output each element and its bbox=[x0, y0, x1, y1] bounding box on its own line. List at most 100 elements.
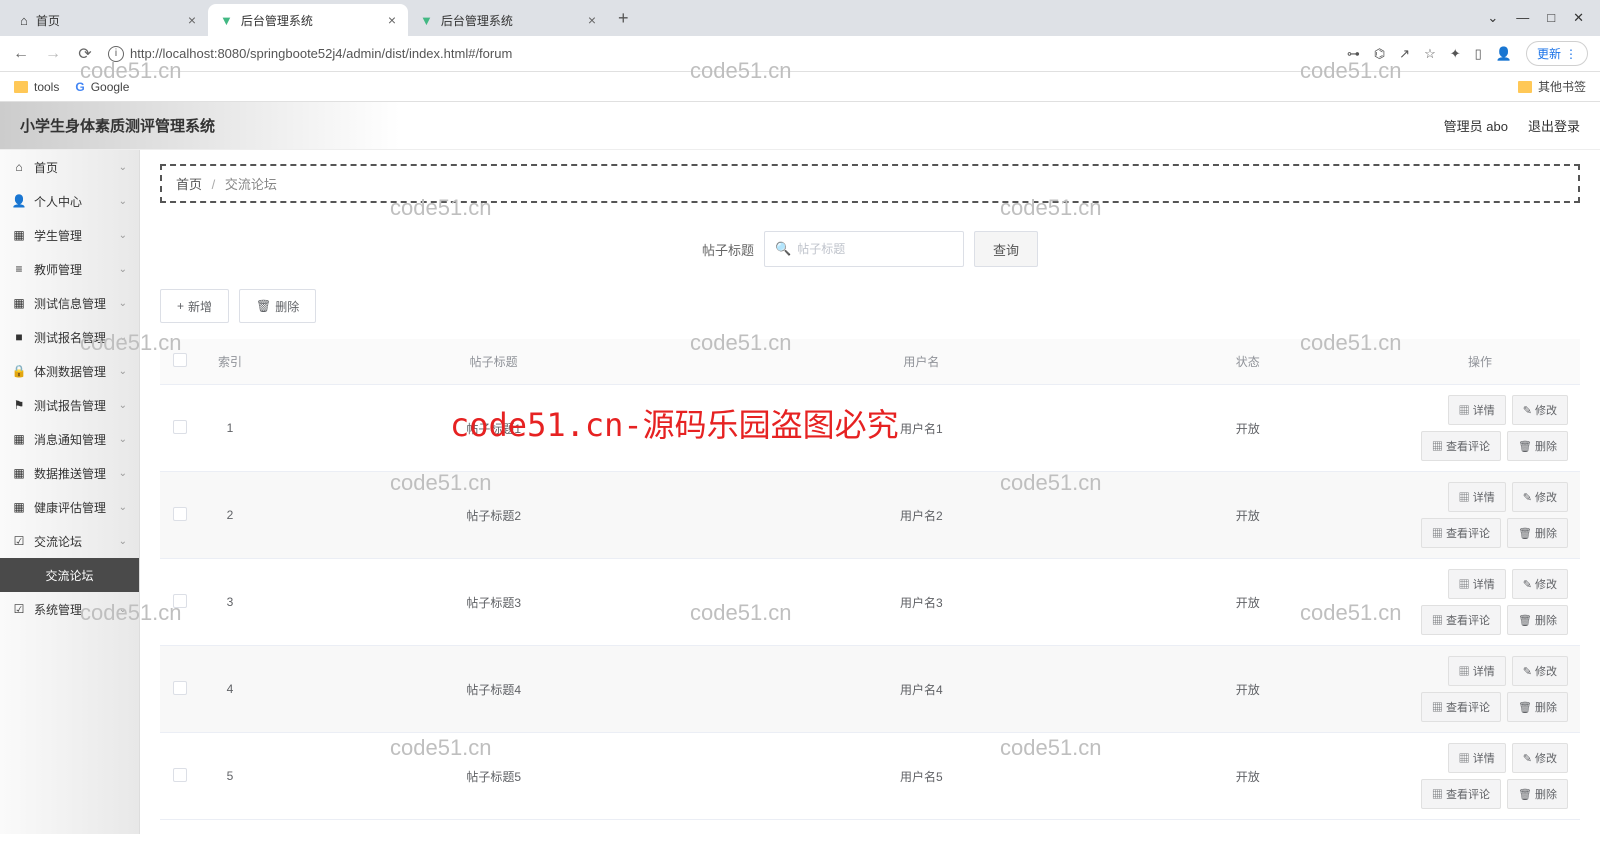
cell-user: 用户名2 bbox=[727, 472, 1115, 559]
chevron-down-icon: ⌄ bbox=[119, 536, 127, 547]
edit-button[interactable]: ✎ 修改 bbox=[1512, 395, 1568, 425]
close-icon[interactable]: × bbox=[588, 12, 596, 28]
cell-title: 帖子标题3 bbox=[260, 559, 727, 646]
menu-icon: ⚑ bbox=[12, 398, 26, 412]
sidebar-item-8[interactable]: ▦消息通知管理⌄ bbox=[0, 422, 139, 456]
detail-button[interactable]: ▦ 详情 bbox=[1448, 395, 1506, 425]
cell-title: 帖子标题4 bbox=[260, 646, 727, 733]
url-box[interactable]: i http://localhost:8080/springboote52j4/… bbox=[108, 46, 1333, 62]
sidebar-item-4[interactable]: ▦测试信息管理⌄ bbox=[0, 286, 139, 320]
bookmark-google[interactable]: GGoogle bbox=[75, 80, 129, 94]
google-icon: G bbox=[75, 80, 84, 94]
search-input[interactable] bbox=[797, 242, 953, 256]
back-button[interactable]: ← bbox=[12, 45, 30, 63]
new-tab-button[interactable]: + bbox=[608, 8, 639, 29]
update-button[interactable]: 更新 ⋮ bbox=[1526, 41, 1588, 66]
bookmark-other[interactable]: 其他书签 bbox=[1518, 78, 1586, 95]
close-icon[interactable]: × bbox=[388, 12, 396, 28]
menu-icon: 🔒 bbox=[12, 364, 26, 378]
add-button[interactable]: +新增 bbox=[160, 289, 229, 323]
row-delete-button[interactable]: 🗑 删除 bbox=[1507, 605, 1568, 635]
sidebar-subitem-forum[interactable]: 交流论坛 bbox=[0, 558, 139, 592]
close-icon[interactable]: × bbox=[188, 12, 196, 28]
action-row: +新增 🗑删除 bbox=[160, 289, 1580, 323]
chevron-down-icon: ⌄ bbox=[119, 162, 127, 173]
cell-status: 开放 bbox=[1115, 559, 1380, 646]
comments-button[interactable]: ▦ 查看评论 bbox=[1421, 779, 1501, 809]
folder-icon bbox=[14, 81, 28, 93]
row-delete-button[interactable]: 🗑 删除 bbox=[1507, 692, 1568, 722]
chevron-down-icon: ⌄ bbox=[119, 400, 127, 411]
share-icon[interactable]: ↗ bbox=[1399, 46, 1410, 62]
panel-icon[interactable]: ▯ bbox=[1475, 46, 1482, 62]
row-checkbox[interactable] bbox=[173, 594, 187, 608]
row-checkbox[interactable] bbox=[173, 768, 187, 782]
row-checkbox[interactable] bbox=[173, 420, 187, 434]
row-delete-button[interactable]: 🗑 删除 bbox=[1507, 518, 1568, 548]
cell-status: 开放 bbox=[1115, 646, 1380, 733]
sidebar-item-3[interactable]: ≡教师管理⌄ bbox=[0, 252, 139, 286]
site-info-icon[interactable]: i bbox=[108, 46, 124, 62]
address-right: ⊶ ⌬ ↗ ☆ ✦ ▯ 👤 更新 ⋮ bbox=[1347, 41, 1588, 66]
row-delete-button[interactable]: 🗑 删除 bbox=[1507, 779, 1568, 809]
sidebar-item-label: 测试报名管理 bbox=[34, 329, 106, 346]
sidebar-item-0[interactable]: ⌂首页⌄ bbox=[0, 150, 139, 184]
edit-button[interactable]: ✎ 修改 bbox=[1512, 743, 1568, 773]
profile-icon[interactable]: 👤 bbox=[1496, 46, 1512, 62]
chevron-down-icon[interactable]: ⌄ bbox=[1487, 10, 1498, 26]
cell-user: 用户名5 bbox=[727, 733, 1115, 820]
detail-button[interactable]: ▦ 详情 bbox=[1448, 656, 1506, 686]
comments-button[interactable]: ▦ 查看评论 bbox=[1421, 605, 1501, 635]
forward-button[interactable]: → bbox=[44, 45, 62, 63]
maximize-icon[interactable]: □ bbox=[1547, 10, 1555, 26]
row-checkbox[interactable] bbox=[173, 507, 187, 521]
bookmark-star-icon[interactable]: ☆ bbox=[1424, 46, 1436, 62]
sidebar-item-10[interactable]: ▦健康评估管理⌄ bbox=[0, 490, 139, 524]
edit-button[interactable]: ✎ 修改 bbox=[1512, 569, 1568, 599]
user-label[interactable]: 管理员 abo bbox=[1444, 116, 1508, 135]
detail-button[interactable]: ▦ 详情 bbox=[1448, 569, 1506, 599]
sidebar-item-label: 个人中心 bbox=[34, 193, 82, 210]
delete-button[interactable]: 🗑删除 bbox=[239, 289, 316, 323]
sidebar-item-6[interactable]: 🔒体测数据管理⌄ bbox=[0, 354, 139, 388]
edit-button[interactable]: ✎ 修改 bbox=[1512, 656, 1568, 686]
select-all-checkbox[interactable] bbox=[173, 353, 187, 367]
bookmark-tools[interactable]: tools bbox=[14, 80, 59, 94]
key-icon[interactable]: ⊶ bbox=[1347, 46, 1360, 62]
edit-button[interactable]: ✎ 修改 bbox=[1512, 482, 1568, 512]
translate-icon[interactable]: ⌬ bbox=[1374, 46, 1385, 62]
browser-tab-1[interactable]: ▼ 后台管理系统 × bbox=[208, 4, 408, 36]
tab-title: 首页 bbox=[36, 12, 180, 29]
sidebar-item-1[interactable]: 👤个人中心⌄ bbox=[0, 184, 139, 218]
sidebar-item-9[interactable]: ▦数据推送管理⌄ bbox=[0, 456, 139, 490]
minimize-icon[interactable]: — bbox=[1516, 10, 1529, 26]
menu-icon: ▦ bbox=[12, 466, 26, 480]
col-user: 用户名 bbox=[727, 339, 1115, 385]
breadcrumb-home[interactable]: 首页 bbox=[176, 177, 202, 192]
app-header: 小学生身体素质测评管理系统 管理员 abo 退出登录 bbox=[0, 102, 1600, 150]
browser-tabs-bar: ⌂ 首页 × ▼ 后台管理系统 × ▼ 后台管理系统 × + ⌄ — □ ✕ bbox=[0, 0, 1600, 36]
comments-button[interactable]: ▦ 查看评论 bbox=[1421, 518, 1501, 548]
extensions-icon[interactable]: ✦ bbox=[1450, 46, 1461, 62]
menu-icon: ▦ bbox=[12, 296, 26, 310]
row-checkbox[interactable] bbox=[173, 681, 187, 695]
menu-icon: ☑ bbox=[12, 602, 26, 616]
browser-tab-2[interactable]: ▼ 后台管理系统 × bbox=[408, 4, 608, 36]
sidebar-item-12[interactable]: ☑系统管理⌄ bbox=[0, 592, 139, 626]
comments-button[interactable]: ▦ 查看评论 bbox=[1421, 692, 1501, 722]
row-delete-button[interactable]: 🗑 删除 bbox=[1507, 431, 1568, 461]
sidebar-item-2[interactable]: ▦学生管理⌄ bbox=[0, 218, 139, 252]
close-window-icon[interactable]: ✕ bbox=[1573, 10, 1584, 26]
detail-button[interactable]: ▦ 详情 bbox=[1448, 743, 1506, 773]
sidebar-item-7[interactable]: ⚑测试报告管理⌄ bbox=[0, 388, 139, 422]
menu-icon: ≡ bbox=[12, 262, 26, 276]
reload-button[interactable]: ⟳ bbox=[76, 44, 94, 64]
sidebar-item-11[interactable]: ☑交流论坛⌄ bbox=[0, 524, 139, 558]
sidebar-item-5[interactable]: ■测试报名管理⌄ bbox=[0, 320, 139, 354]
detail-button[interactable]: ▦ 详情 bbox=[1448, 482, 1506, 512]
query-button[interactable]: 查询 bbox=[974, 231, 1038, 267]
chevron-down-icon: ⌄ bbox=[119, 604, 127, 615]
logout-link[interactable]: 退出登录 bbox=[1528, 116, 1580, 135]
browser-tab-0[interactable]: ⌂ 首页 × bbox=[8, 4, 208, 36]
comments-button[interactable]: ▦ 查看评论 bbox=[1421, 431, 1501, 461]
